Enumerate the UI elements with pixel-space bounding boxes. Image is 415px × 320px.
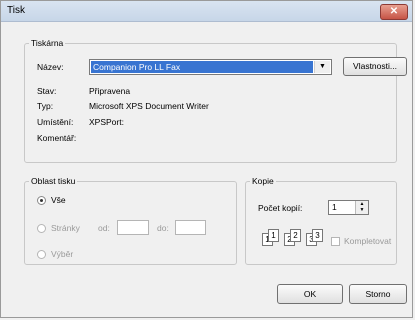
copies-legend: Kopie <box>252 176 274 186</box>
close-button[interactable]: ✕ <box>380 4 408 20</box>
location-value: XPSPort: <box>89 117 124 127</box>
range-from-label: od: <box>98 223 110 233</box>
copies-count-stepper[interactable]: 1 ▲ ▼ <box>328 200 369 215</box>
range-selection-radio[interactable] <box>37 250 46 259</box>
printer-name-select[interactable]: Companion Pro LL Fax ▼ <box>89 59 332 75</box>
stepper-down-icon[interactable]: ▼ <box>356 207 368 213</box>
ok-button[interactable]: OK <box>277 284 343 304</box>
collate-label[interactable]: Kompletovat <box>344 236 391 246</box>
type-label: Typ: <box>37 101 54 111</box>
range-from-input[interactable] <box>117 220 149 235</box>
location-label: Umístění: <box>37 117 74 127</box>
printer-group-legend: Tiskárna <box>31 38 64 48</box>
printer-name-value: Companion Pro LL Fax <box>91 61 313 73</box>
print-range-legend: Oblast tisku <box>31 176 76 186</box>
range-to-label: do: <box>157 223 169 233</box>
window-title: Tisk <box>7 5 25 16</box>
printer-group: Tiskárna <box>24 38 397 163</box>
comment-label: Komentář: <box>37 133 77 143</box>
status-value: Připravena <box>89 86 131 96</box>
range-pages-radio[interactable] <box>37 224 46 233</box>
range-pages-label[interactable]: Stránky <box>51 223 80 233</box>
range-selection-label[interactable]: Výběr <box>51 249 73 259</box>
copies-count-label: Počet kopií: <box>258 203 303 213</box>
range-to-input[interactable] <box>175 220 206 235</box>
range-all-label[interactable]: Vše <box>51 195 66 205</box>
collate-checkbox[interactable] <box>331 237 340 246</box>
printer-name-label: Název: <box>37 62 64 72</box>
properties-button[interactable]: Vlastnosti... <box>343 57 407 76</box>
type-value: Microsoft XPS Document Writer <box>89 101 209 111</box>
cancel-button[interactable]: Storno <box>349 284 407 304</box>
copies-count-value: 1 <box>332 202 337 212</box>
stepper-buttons[interactable]: ▲ ▼ <box>355 201 368 214</box>
copies-group: Kopie <box>245 176 397 265</box>
chevron-down-icon[interactable]: ▼ <box>314 61 330 73</box>
status-label: Stav: <box>37 86 57 96</box>
title-bar: Tisk ✕ <box>1 1 412 22</box>
range-all-radio[interactable] <box>37 196 46 205</box>
